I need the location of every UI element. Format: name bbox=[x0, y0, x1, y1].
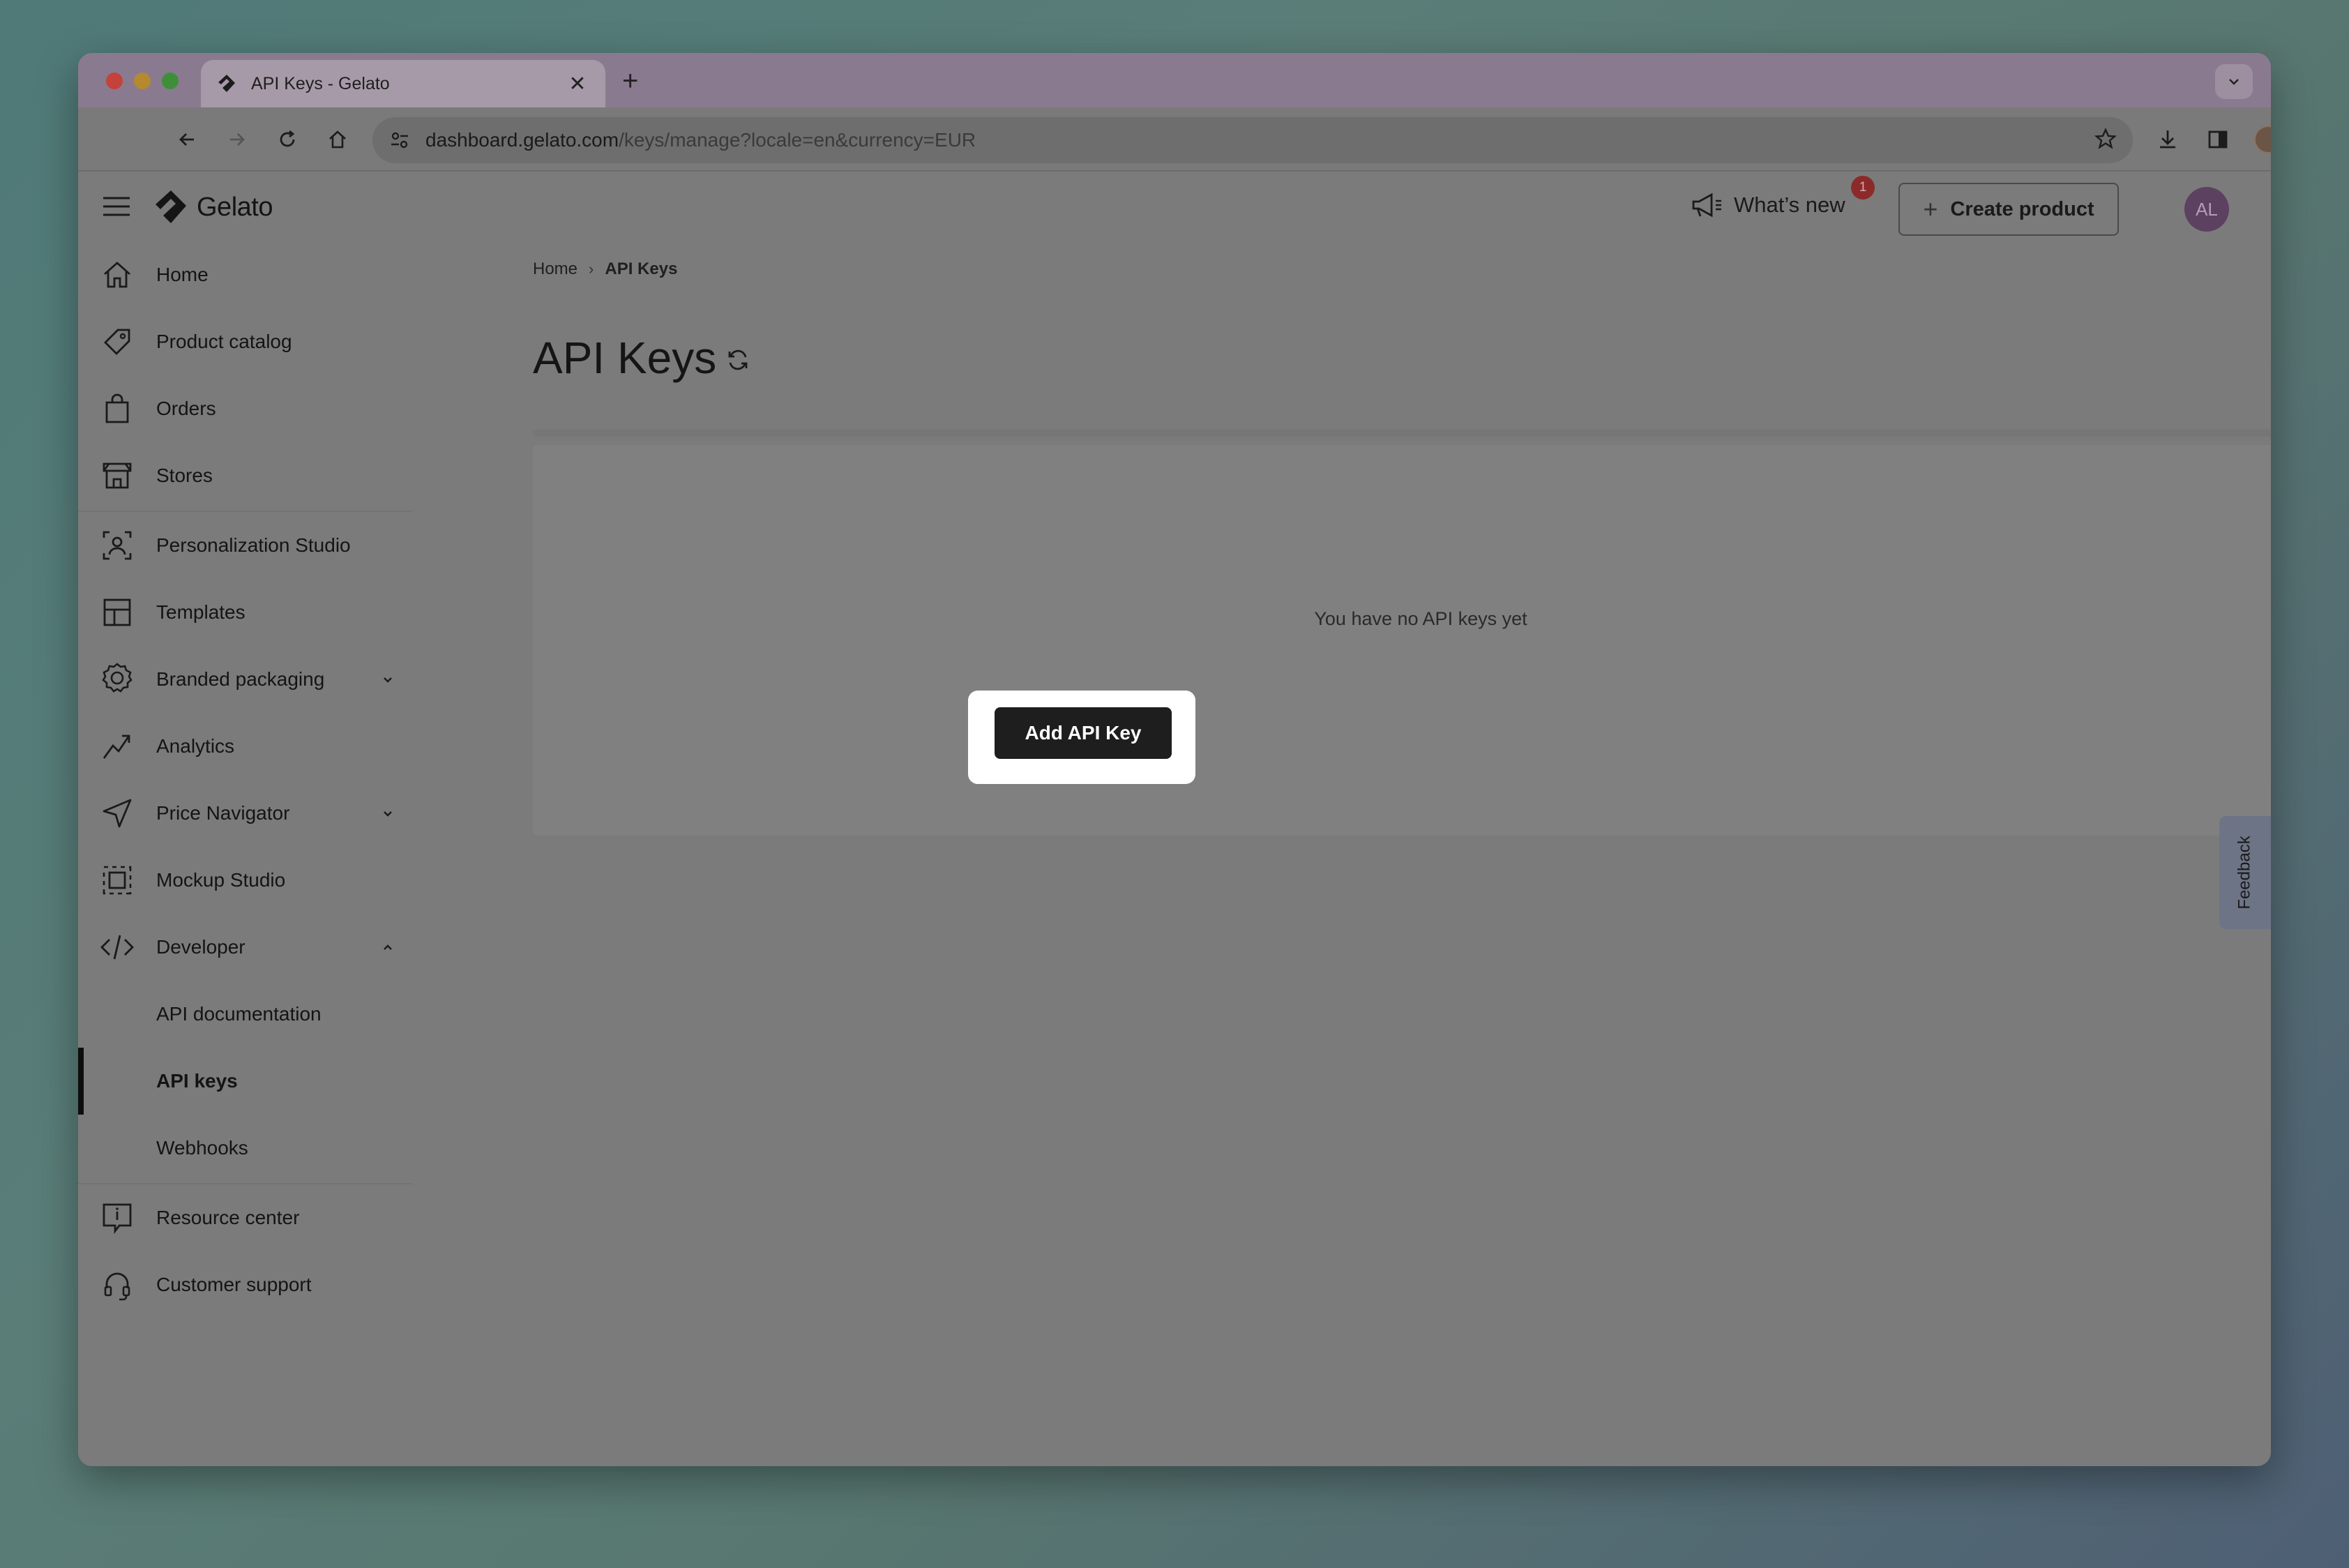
personalization-icon bbox=[99, 527, 135, 564]
chevron-right-icon: › bbox=[589, 260, 594, 278]
menu-toggle-button[interactable] bbox=[102, 193, 131, 220]
sidebar-item-branded-packaging[interactable]: Branded packaging bbox=[78, 646, 413, 713]
api-keys-empty-state: You have no API keys yet bbox=[533, 445, 2271, 836]
feedback-tab[interactable]: Feedback bbox=[2219, 816, 2271, 929]
sidebar-item-price-navigator[interactable]: Price Navigator bbox=[78, 780, 413, 847]
chevron-down-icon[interactable] bbox=[379, 805, 396, 822]
chevron-up-icon[interactable] bbox=[379, 939, 396, 956]
tab-close-icon[interactable]: ✕ bbox=[565, 72, 590, 96]
brand-name: Gelato bbox=[197, 192, 273, 222]
whats-new-button[interactable]: What’s new bbox=[1691, 191, 1845, 219]
reload-icon bbox=[280, 130, 295, 147]
new-tab-button[interactable]: + bbox=[622, 66, 638, 97]
sidebar-item-resource-center[interactable]: Resource center bbox=[78, 1184, 413, 1251]
side-panel-button[interactable] bbox=[2201, 123, 2235, 156]
sidebar-item-orders[interactable]: Orders bbox=[78, 375, 413, 442]
analytics-icon bbox=[99, 728, 135, 764]
notification-badge: 1 bbox=[1851, 176, 1875, 199]
sidebar-item-templates[interactable]: Templates bbox=[78, 579, 413, 646]
resource-icon bbox=[99, 1200, 135, 1236]
gelato-favicon-icon bbox=[216, 73, 237, 94]
store-icon bbox=[99, 458, 135, 494]
active-indicator bbox=[78, 1048, 84, 1115]
sidebar-item-analytics[interactable]: Analytics bbox=[78, 713, 413, 780]
sidebar-item-api-documentation[interactable]: API documentation bbox=[78, 981, 413, 1048]
address-url: dashboard.gelato.com/keys/manage?locale=… bbox=[425, 129, 976, 151]
create-product-button[interactable]: + Create product bbox=[1898, 183, 2119, 236]
sidebar-item-product-catalog[interactable]: Product catalog bbox=[78, 308, 413, 375]
browser-toolbar: dashboard.gelato.com/keys/manage?locale=… bbox=[78, 107, 2271, 172]
user-avatar[interactable]: AL bbox=[2184, 187, 2229, 232]
sidebar-item-customer-support[interactable]: Customer support bbox=[78, 1251, 413, 1318]
tab-search-button[interactable] bbox=[2215, 64, 2253, 99]
sidebar-item-mockup-studio[interactable]: Mockup Studio bbox=[78, 847, 413, 914]
sidebar-item-personalization-studio[interactable]: Personalization Studio bbox=[78, 512, 413, 579]
app-header: Gelato What’s new 1 + Create product AL bbox=[78, 172, 2271, 241]
arrow-left-icon bbox=[179, 133, 194, 146]
arrow-right-icon bbox=[230, 133, 245, 146]
site-settings-icon[interactable] bbox=[389, 130, 410, 151]
forward-button[interactable] bbox=[220, 123, 254, 156]
sidebar-item-webhooks[interactable]: Webhooks bbox=[78, 1115, 413, 1182]
badge-icon bbox=[99, 661, 135, 698]
sidebar-item-developer[interactable]: Developer bbox=[78, 914, 413, 981]
sidebar-nav: Home Product catalog Orders Stores Perso… bbox=[78, 241, 413, 1466]
reload-button[interactable] bbox=[271, 123, 304, 156]
headset-icon bbox=[99, 1267, 135, 1303]
main-content: Home › API Keys API Keys You have no API… bbox=[413, 241, 2271, 1466]
code-icon bbox=[99, 929, 135, 965]
add-api-key-button[interactable]: Add API Key bbox=[995, 707, 1172, 759]
chevron-down-icon bbox=[2229, 79, 2239, 85]
bookmark-star-icon[interactable] bbox=[2094, 127, 2117, 151]
maximize-window-button[interactable] bbox=[162, 73, 179, 89]
profile-button[interactable] bbox=[2251, 123, 2271, 156]
sidebar-item-api-keys[interactable]: API keys bbox=[78, 1048, 413, 1115]
shopping-bag-icon bbox=[99, 391, 135, 427]
refresh-icon[interactable] bbox=[725, 347, 750, 372]
empty-state-message: You have no API keys yet bbox=[1314, 608, 1527, 629]
card-divider bbox=[533, 430, 2271, 437]
breadcrumb-home-link[interactable]: Home bbox=[533, 259, 577, 279]
home-button[interactable] bbox=[321, 123, 354, 156]
plus-icon: + bbox=[1923, 195, 1938, 223]
brand-logo-link[interactable]: Gelato bbox=[152, 188, 273, 226]
browser-tab-active[interactable]: API Keys - Gelato ✕ bbox=[201, 60, 605, 107]
home-icon bbox=[329, 130, 346, 149]
browser-window: API Keys - Gelato ✕ + dashboard.gelato.c… bbox=[78, 53, 2271, 1466]
sidebar-item-stores[interactable]: Stores bbox=[78, 442, 413, 509]
breadcrumb-current: API Keys bbox=[605, 259, 678, 278]
megaphone-icon bbox=[1692, 193, 1721, 218]
mockup-icon bbox=[99, 862, 135, 898]
minimize-window-button[interactable] bbox=[134, 73, 151, 89]
breadcrumb: Home › API Keys bbox=[533, 259, 677, 279]
home-icon bbox=[99, 257, 135, 293]
hamburger-icon bbox=[103, 197, 130, 216]
tag-icon bbox=[99, 324, 135, 360]
feedback-label: Feedback bbox=[2235, 836, 2254, 910]
template-icon bbox=[99, 594, 135, 631]
close-window-button[interactable] bbox=[106, 73, 123, 89]
tab-strip: API Keys - Gelato ✕ + bbox=[78, 53, 2271, 107]
page-title: API Keys bbox=[533, 333, 717, 383]
sidebar-item-home[interactable]: Home bbox=[78, 241, 413, 308]
whats-new-label: What’s new bbox=[1734, 193, 1845, 217]
tab-title: API Keys - Gelato bbox=[251, 73, 390, 93]
side-panel-icon bbox=[2208, 130, 2228, 149]
gelato-logo-icon bbox=[156, 190, 186, 223]
profile-avatar bbox=[2254, 126, 2271, 153]
back-button[interactable] bbox=[170, 123, 204, 156]
address-bar[interactable]: dashboard.gelato.com/keys/manage?locale=… bbox=[372, 117, 2133, 163]
navigation-icon bbox=[99, 795, 135, 831]
downloads-button[interactable] bbox=[2151, 123, 2184, 156]
gelato-app: Gelato What’s new 1 + Create product AL … bbox=[78, 172, 2271, 1466]
chevron-down-icon[interactable] bbox=[379, 671, 396, 688]
download-icon bbox=[2160, 130, 2175, 149]
create-product-label: Create product bbox=[1950, 197, 2094, 220]
